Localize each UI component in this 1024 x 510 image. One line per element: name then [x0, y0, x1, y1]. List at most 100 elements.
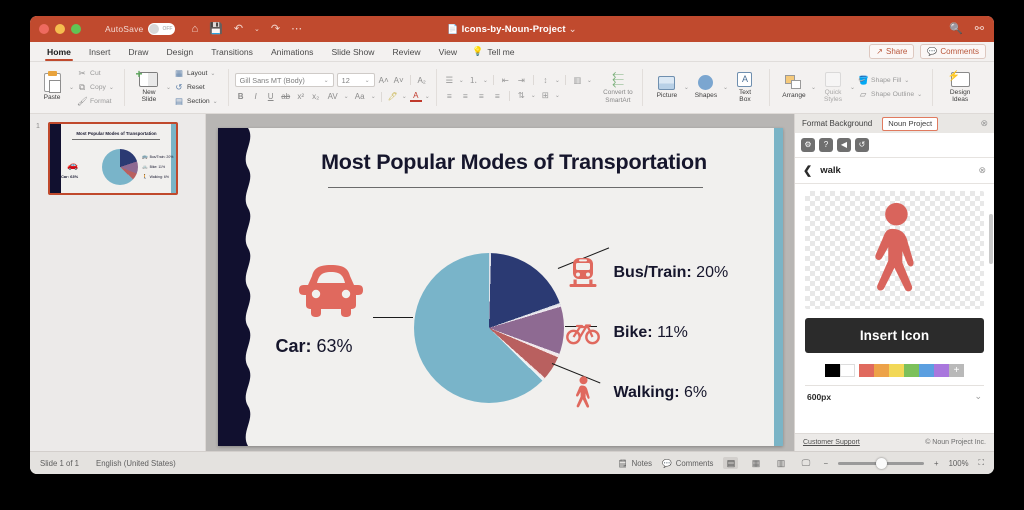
pie-chart[interactable] — [413, 253, 564, 403]
share-titlebar-icon[interactable]: ⚯ — [975, 23, 984, 35]
color-swatch-red[interactable] — [859, 364, 874, 377]
copy-caret-icon[interactable]: ⌄ — [109, 84, 114, 91]
shrink-font-icon[interactable]: A˅ — [393, 76, 405, 85]
align-right-icon[interactable]: ≡ — [475, 91, 488, 101]
zoom-out-button[interactable]: − — [823, 459, 828, 468]
line-spacing-icon[interactable]: ↕ — [539, 75, 552, 85]
shape-outline-button[interactable]: ▱ Shape Outline ⌄ — [858, 89, 922, 100]
tab-format-background[interactable]: Format Background — [795, 114, 880, 133]
chevron-down-icon[interactable]: ⌄ — [371, 93, 376, 100]
color-swatch-green[interactable] — [904, 364, 919, 377]
font-color-icon[interactable]: A — [409, 91, 422, 102]
back-icon[interactable]: ❮ — [803, 164, 812, 177]
panel-scrollbar[interactable] — [989, 214, 993, 264]
format-painter-button[interactable]: 🖌 Format — [77, 96, 114, 107]
icon-size-select[interactable]: 600px ⌄ — [805, 385, 984, 402]
grow-font-icon[interactable]: A˄ — [378, 76, 390, 85]
autosave-toggle[interactable]: OFF — [148, 23, 176, 35]
design-ideas-button[interactable]: Design Ideas — [940, 65, 980, 111]
view-reading-button[interactable]: ▥ — [773, 457, 788, 469]
numbering-icon[interactable]: ⒈ — [467, 74, 480, 86]
view-slideshow-button[interactable]: 🖵 — [798, 457, 813, 469]
font-size-select[interactable]: 12 ⌄ — [336, 73, 375, 87]
convert-to-smartart-button[interactable]: ⬱ Convert to SmartArt — [596, 62, 640, 113]
clear-formatting-icon[interactable]: A₂ — [416, 76, 428, 85]
chevron-down-icon[interactable]: ⌄ — [917, 91, 922, 98]
undo-caret-icon[interactable]: ⌄ — [254, 26, 260, 33]
close-window-button[interactable] — [39, 24, 49, 34]
undo-icon[interactable]: ↶ — [234, 23, 243, 35]
color-swatch-blue[interactable] — [919, 364, 934, 377]
search-icon[interactable]: 🔍 — [949, 23, 963, 35]
insert-icon-button[interactable]: Insert Icon — [805, 318, 984, 353]
chevron-down-icon[interactable]: ⌄ — [483, 77, 488, 84]
minimize-window-button[interactable] — [55, 24, 65, 34]
tab-review[interactable]: Review — [383, 42, 429, 62]
strikethrough-button[interactable]: ab — [280, 92, 292, 101]
chevron-down-icon[interactable]: ⌄ — [555, 77, 560, 84]
new-slide-button[interactable]: + New Slide — [132, 65, 166, 111]
chevron-down-icon[interactable]: ⌄ — [425, 93, 430, 100]
notes-button[interactable]: 🗒 Notes — [618, 459, 652, 468]
tab-noun-project[interactable]: Noun Project — [882, 116, 939, 131]
zoom-slider[interactable] — [838, 457, 925, 469]
share-button[interactable]: ↗ Share — [869, 44, 915, 59]
copy-button[interactable]: ⧉ Copy ⌄ — [77, 82, 114, 93]
chevron-down-icon[interactable]: ⌄ — [402, 93, 407, 100]
fit-to-window-icon[interactable]: ⛶ — [979, 458, 984, 468]
chevron-down-icon[interactable]: ⌄ — [531, 92, 536, 99]
change-case-icon[interactable]: Aa — [352, 92, 368, 101]
chevron-down-icon[interactable]: ⌄ — [587, 77, 592, 84]
text-direction-icon[interactable]: ⇅ — [515, 90, 528, 101]
zoom-slider-knob[interactable] — [876, 457, 888, 469]
slide-thumbnail-pane[interactable]: 1 Most Popular Modes of Transportation 🚗… — [30, 114, 206, 451]
tab-home[interactable]: Home — [38, 42, 80, 62]
section-caret-icon[interactable]: ⌄ — [213, 98, 218, 105]
slide-thumbnail-1[interactable]: Most Popular Modes of Transportation 🚗 C… — [48, 122, 178, 195]
view-slide-sorter-button[interactable]: ▦ — [748, 457, 763, 469]
zoom-in-button[interactable]: + — [934, 459, 939, 468]
subscript-button[interactable]: x₂ — [310, 92, 322, 101]
text-box-button[interactable]: A Text Box — [728, 65, 762, 111]
layout-caret-icon[interactable]: ⌄ — [210, 70, 215, 77]
bullets-icon[interactable]: ☰ — [443, 75, 456, 86]
autosave-control[interactable]: AutoSave OFF — [105, 23, 176, 35]
legend-item-bike[interactable]: Bike: 11% — [565, 303, 766, 363]
chevron-down-icon[interactable]: ⌄ — [555, 92, 560, 99]
tab-draw[interactable]: Draw — [119, 42, 157, 62]
redo-icon[interactable]: ↷ — [271, 23, 280, 35]
increase-indent-icon[interactable]: ⇥ — [515, 75, 528, 86]
save-icon[interactable]: 💾 — [209, 23, 223, 35]
bold-button[interactable]: B — [235, 92, 247, 101]
align-left-icon[interactable]: ≡ — [443, 91, 456, 101]
italic-button[interactable]: I — [250, 92, 262, 101]
legend-item-bus-train[interactable]: Bus/Train: 20% — [566, 243, 766, 303]
quick-styles-button[interactable]: Quick Styles — [816, 65, 850, 111]
collections-icon[interactable]: ◀ — [837, 138, 851, 152]
font-family-select[interactable]: Gill Sans MT (Body) ⌄ — [234, 73, 334, 87]
title-bar-actions[interactable]: 🔍 ⚯ — [949, 23, 984, 35]
tab-view[interactable]: View — [430, 42, 466, 62]
icon-preview[interactable] — [805, 191, 984, 309]
language-label[interactable]: English (United States) — [96, 459, 176, 468]
view-normal-button[interactable]: ▤ — [723, 457, 739, 469]
justify-icon[interactable]: ≡ — [491, 91, 504, 101]
shape-fill-button[interactable]: 🪣 Shape Fill ⌄ — [858, 75, 922, 86]
reset-button[interactable]: ↺ Reset — [174, 82, 218, 93]
comments-status-button[interactable]: 💬 Comments — [662, 459, 713, 468]
tab-animations[interactable]: Animations — [262, 42, 323, 62]
columns-icon[interactable]: ▥ — [571, 75, 584, 86]
color-swatch-orange[interactable] — [874, 364, 889, 377]
chevron-down-icon[interactable]: ⌄ — [459, 77, 464, 84]
tab-design[interactable]: Design — [157, 42, 202, 62]
picture-button[interactable]: Picture — [650, 65, 684, 111]
add-color-icon[interactable]: + — [949, 364, 964, 377]
color-swatch-yellow[interactable] — [889, 364, 904, 377]
shapes-button[interactable]: Shapes — [689, 65, 723, 111]
section-button[interactable]: ▤ Section ⌄ — [174, 96, 218, 107]
clear-search-icon[interactable]: ⊗ — [978, 165, 986, 176]
align-center-icon[interactable]: ≡ — [459, 91, 472, 101]
chevron-down-icon[interactable]: ⌄ — [904, 77, 909, 84]
tab-insert[interactable]: Insert — [80, 42, 120, 62]
superscript-button[interactable]: x² — [295, 92, 307, 101]
